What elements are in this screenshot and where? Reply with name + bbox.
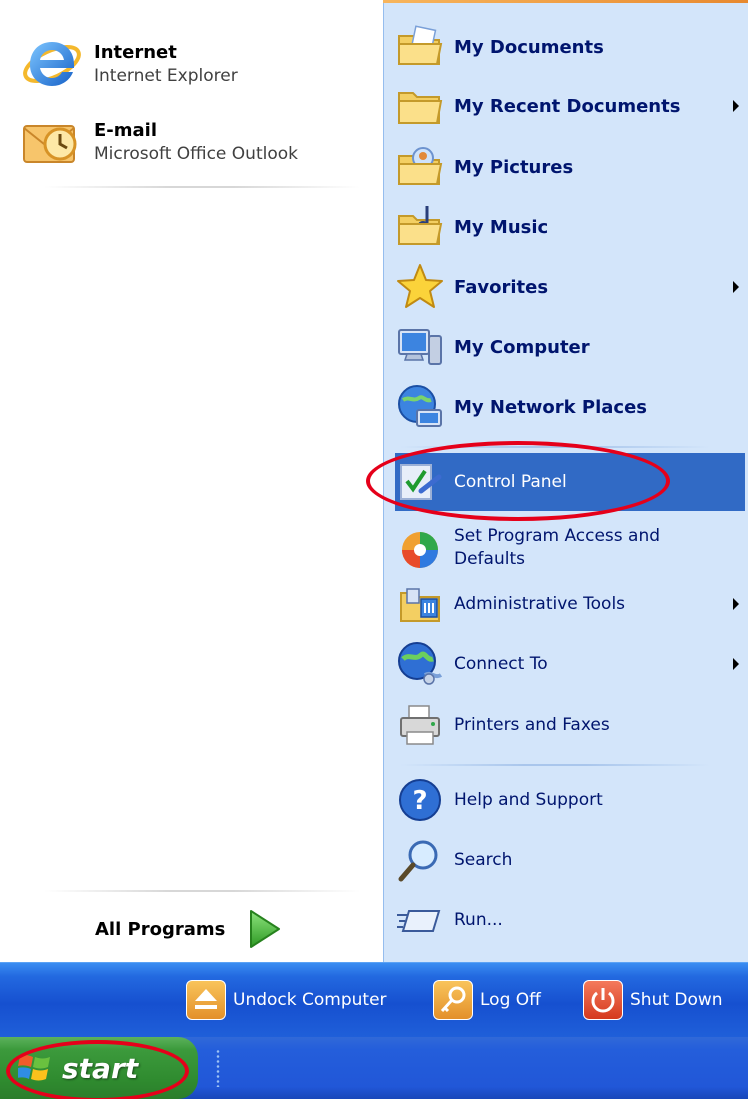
start-menu-left-pane: Internet Internet Explorer E-mail Micros… — [0, 0, 383, 962]
my-pictures-icon — [395, 142, 445, 192]
my-documents-icon — [395, 22, 445, 72]
control-panel-icon — [395, 457, 445, 507]
my-music-icon — [395, 202, 445, 252]
favorites-star-icon — [395, 262, 445, 312]
submenu-arrow-icon — [733, 100, 739, 112]
pinned-title: Internet — [94, 42, 177, 63]
log-off-button[interactable]: Log Off — [433, 975, 541, 1025]
shut-down-button[interactable]: Shut Down — [583, 975, 723, 1025]
key-icon — [433, 980, 473, 1020]
place-my-music[interactable]: My Music — [395, 198, 745, 256]
help-label: Run... — [454, 909, 503, 930]
all-programs-label: All Programs — [95, 918, 226, 940]
place-label: My Network Places — [454, 396, 647, 418]
undock-label: Undock Computer — [233, 990, 387, 1010]
pinned-title: E-mail — [94, 120, 158, 141]
separator — [44, 890, 360, 892]
recent-documents-icon — [395, 81, 445, 131]
place-label: My Recent Documents — [454, 95, 681, 117]
setting-label-line2: Defaults — [454, 549, 525, 569]
submenu-arrow-icon — [733, 281, 739, 293]
setting-label-line1: Set Program Access and — [454, 526, 661, 546]
separator — [400, 764, 710, 766]
eject-icon — [186, 980, 226, 1020]
program-access-icon — [395, 523, 445, 573]
pinned-subtitle: Microsoft Office Outlook — [94, 144, 298, 164]
place-label: My Computer — [454, 336, 590, 358]
place-my-computer[interactable]: My Computer — [395, 318, 745, 376]
start-label: start — [62, 1051, 139, 1085]
taskbar-grip[interactable] — [216, 1049, 220, 1087]
taskbar: start — [0, 1037, 748, 1099]
setting-printers-and-faxes[interactable]: Printers and Faxes — [395, 696, 745, 754]
search-item[interactable]: Search — [395, 831, 745, 889]
log-off-label: Log Off — [480, 990, 541, 1010]
outlook-icon — [20, 110, 88, 174]
svg-text:?: ? — [412, 786, 427, 816]
printer-icon — [395, 700, 445, 750]
start-button[interactable]: start — [0, 1037, 198, 1099]
setting-administrative-tools[interactable]: Administrative Tools — [395, 575, 745, 633]
help-label: Help and Support — [454, 789, 603, 810]
submenu-arrow-icon — [733, 658, 739, 670]
setting-label: Control Panel — [454, 471, 567, 492]
place-my-pictures[interactable]: My Pictures — [395, 138, 745, 196]
internet-explorer-icon — [20, 32, 88, 96]
place-my-recent-documents[interactable]: My Recent Documents — [395, 77, 745, 135]
help-icon: ? — [395, 775, 445, 825]
top-accent-rule — [383, 0, 748, 3]
help-and-support-item[interactable]: ? Help and Support — [395, 771, 745, 829]
windows-logo-icon — [17, 1052, 52, 1084]
search-icon — [395, 835, 445, 885]
place-label: My Music — [454, 216, 549, 238]
setting-label: Set Program Access and Defaults — [454, 525, 660, 571]
place-label: My Documents — [454, 36, 604, 58]
place-label: My Pictures — [454, 156, 574, 178]
network-places-icon — [395, 382, 445, 432]
pinned-subtitle: Internet Explorer — [94, 66, 238, 86]
setting-program-access[interactable]: Set Program Access and Defaults — [395, 516, 745, 580]
separator — [400, 446, 710, 448]
setting-connect-to[interactable]: Connect To — [395, 635, 745, 693]
connect-to-icon — [395, 639, 445, 689]
submenu-arrow-icon — [733, 598, 739, 610]
place-favorites[interactable]: Favorites — [395, 258, 745, 316]
help-label: Search — [454, 849, 513, 870]
my-computer-icon — [395, 322, 445, 372]
start-menu-bottom-bar: Undock Computer Log Off Shut Down — [0, 962, 748, 1037]
run-item[interactable]: Run... — [395, 891, 745, 949]
setting-label: Connect To — [454, 653, 548, 674]
shut-down-label: Shut Down — [630, 990, 723, 1010]
separator — [44, 186, 360, 188]
power-icon — [583, 980, 623, 1020]
setting-control-panel[interactable]: Control Panel — [395, 453, 745, 511]
pinned-item-internet[interactable]: Internet Internet Explorer — [20, 30, 370, 98]
setting-label: Administrative Tools — [454, 593, 626, 614]
undock-computer-button[interactable]: Undock Computer — [186, 975, 387, 1025]
pinned-item-email[interactable]: E-mail Microsoft Office Outlook — [20, 108, 370, 176]
place-my-network-places[interactable]: My Network Places — [395, 378, 745, 436]
setting-label: Printers and Faxes — [454, 714, 610, 735]
all-programs-button[interactable]: All Programs — [95, 907, 315, 951]
place-my-documents[interactable]: My Documents — [395, 18, 745, 76]
place-label: Favorites — [454, 276, 549, 298]
run-icon — [395, 895, 445, 945]
admin-tools-icon — [395, 579, 445, 629]
green-arrow-icon — [247, 909, 281, 949]
